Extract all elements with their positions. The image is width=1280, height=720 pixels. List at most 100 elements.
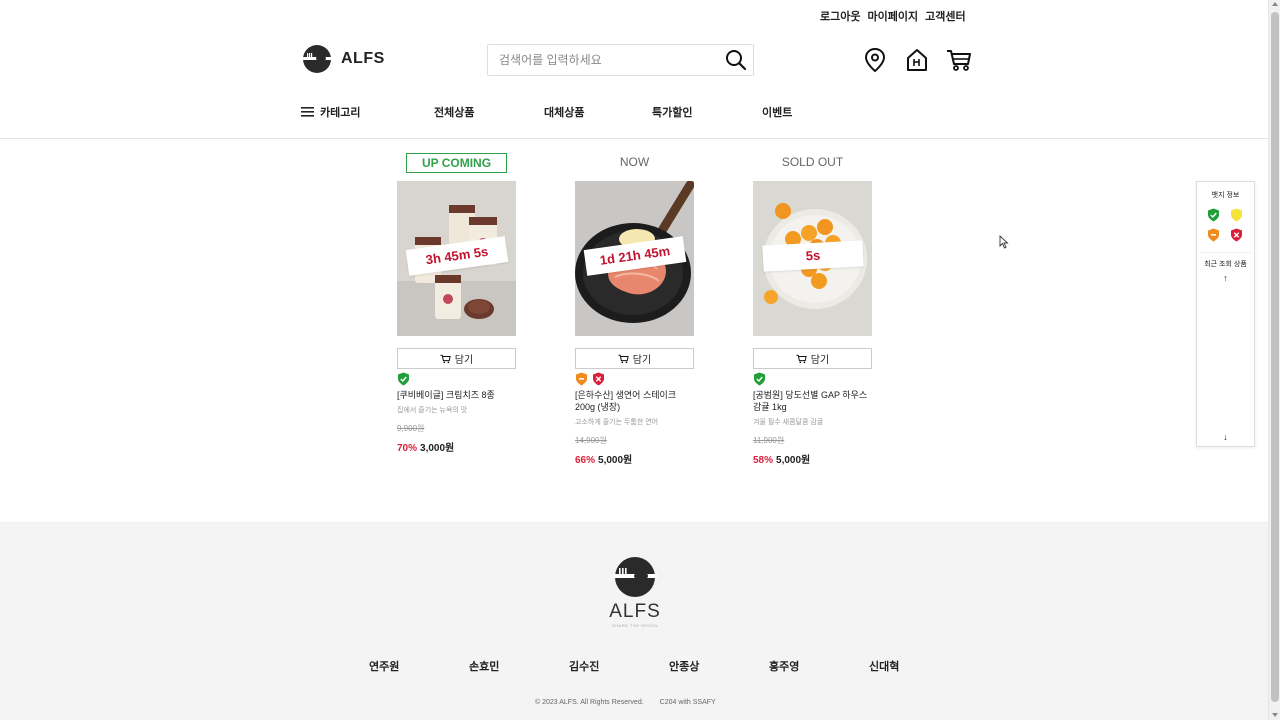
orange-shield-badge-icon: [576, 372, 587, 386]
nav-divider: [0, 138, 1268, 139]
category-label: 카테고리: [320, 107, 361, 119]
footer-logo-text: ALFS: [609, 601, 661, 622]
product-name[interactable]: [은하수산] 생연어 스테이크 200g (냉장): [575, 389, 694, 413]
copyright-text: © 2023 ALFS. All Rights Reserved.: [535, 699, 644, 706]
customer-center-link[interactable]: 고객센터: [925, 8, 965, 24]
header-icons: [862, 46, 972, 74]
product-badges: [397, 372, 516, 386]
credit-text: C204 with SSAFY: [659, 699, 716, 706]
search-input[interactable]: [488, 45, 719, 75]
logo[interactable]: ALFS: [301, 44, 385, 74]
product-description: 겨울 필수 새콤달콤 감귤: [753, 419, 824, 426]
sale-price-row: 66% 5,000원: [575, 451, 694, 466]
recent-products-title: 최근 조회 상품: [1204, 261, 1247, 268]
cart-icon: [947, 50, 971, 71]
search-bar: [487, 44, 754, 76]
scrollbar-thumb[interactable]: [1271, 12, 1279, 702]
orange-shield-badge-icon[interactable]: [1207, 228, 1220, 242]
side-divider: [1200, 252, 1251, 253]
badge-legend: [1207, 208, 1245, 242]
product-card: SOLD OUT 5s 담기 [공범원] 당도선별 GAP 하우스 감귤 1kg…: [753, 153, 872, 466]
countdown-timer: 5s: [762, 240, 864, 272]
footer-logo[interactable]: ALFS SHARE THE SPOON: [605, 556, 665, 628]
page-scrollbar[interactable]: [1268, 0, 1280, 720]
discount-rate: 66%: [575, 455, 596, 466]
status-now: NOW: [619, 155, 650, 169]
cart-button[interactable]: [946, 46, 972, 74]
original-price: 14,900원: [575, 436, 607, 445]
search-icon: [726, 50, 747, 71]
recent-down-arrow-icon[interactable]: ↓: [1197, 432, 1254, 442]
product-image[interactable]: 1d 21h 45m: [575, 181, 694, 336]
discount-rate: 70%: [397, 443, 418, 454]
cart-button-label: 담기: [454, 355, 474, 366]
sale-price: 3,000원: [420, 443, 455, 454]
product-name[interactable]: [공범원] 당도선별 GAP 하우스 감귤 1kg: [753, 389, 872, 413]
copyright-row: © 2023 ALFS. All Rights Reserved. C204 w…: [535, 699, 716, 706]
member-name: 연주원: [369, 661, 400, 673]
hamburger-icon: [301, 107, 314, 117]
mouse-cursor-icon: [999, 235, 1009, 249]
nav-event[interactable]: 이벤트: [762, 104, 792, 120]
fridge-button[interactable]: [904, 46, 930, 74]
category-menu[interactable]: 카테고리: [301, 104, 434, 120]
location-button[interactable]: [862, 46, 888, 74]
red-shield-badge-icon: [593, 372, 604, 386]
green-shield-badge-icon: [754, 372, 765, 386]
product-description: 고소하게 즐기는 두툼한 연어: [575, 419, 659, 426]
sale-price: 5,000원: [776, 455, 811, 466]
cart-icon: [796, 354, 807, 363]
member-name: 홍주영: [769, 661, 800, 673]
add-to-cart-button[interactable]: 담기: [397, 348, 516, 369]
member-name: 안종상: [669, 661, 700, 673]
green-shield-badge-icon[interactable]: [1207, 208, 1220, 222]
product-card: UP COMING 3h 45m 5s 담기 [쿠비베이글] 크림치즈 8종 집…: [397, 153, 516, 454]
nav-all-products[interactable]: 전체상품: [434, 104, 544, 120]
recent-up-arrow-icon[interactable]: ↑: [1197, 273, 1254, 283]
member-name: 손효민: [469, 661, 500, 673]
location-pin-icon: [864, 47, 886, 73]
product-image[interactable]: 3h 45m 5s: [397, 181, 516, 336]
footer-tagline: SHARE THE SPOON: [612, 623, 658, 628]
scroll-down-arrow-icon[interactable]: [1272, 713, 1278, 717]
red-shield-badge-icon[interactable]: [1230, 228, 1243, 242]
add-to-cart-button[interactable]: 담기: [575, 348, 694, 369]
footer: ALFS SHARE THE SPOON 연주원 손효민 김수진 안종상 홍주영…: [0, 522, 1268, 720]
mypage-link[interactable]: 마이페이지: [867, 8, 918, 24]
discount-rate: 58%: [753, 455, 774, 466]
product-image[interactable]: 5s: [753, 181, 872, 336]
product-badges: [753, 372, 872, 386]
nav-special-discount[interactable]: 특가할인: [652, 104, 762, 120]
cart-button-label: 담기: [632, 355, 652, 366]
green-shield-badge-icon: [398, 372, 409, 386]
product-card: NOW 1d 21h 45m 담기 [은하수산] 생연어 스테이크 200g (…: [575, 153, 694, 466]
member-name: 신대혁: [869, 661, 900, 673]
product-name[interactable]: [쿠비베이글] 크림치즈 8종: [397, 389, 516, 401]
search-button[interactable]: [719, 45, 753, 75]
logo-text: ALFS: [341, 50, 385, 67]
nav-substitute-products[interactable]: 대체상품: [544, 104, 652, 120]
footer-logo-icon: [613, 557, 657, 597]
cart-button-label: 담기: [810, 355, 830, 366]
sale-price-row: 70% 3,000원: [397, 439, 516, 454]
sale-price-row: 58% 5,000원: [753, 451, 872, 466]
sale-price: 5,000원: [598, 455, 633, 466]
badge-info-title: 뱃지 정보: [1211, 192, 1240, 199]
cart-icon: [618, 354, 629, 363]
product-badges: [575, 372, 694, 386]
team-members: 연주원 손효민 김수진 안종상 홍주영 신대혁: [369, 658, 969, 674]
status-upcoming: UP COMING: [406, 153, 507, 173]
cart-icon: [440, 354, 451, 363]
logout-link[interactable]: 로그아웃: [820, 8, 860, 24]
top-links: 로그아웃 마이페이지 고객센터: [820, 8, 966, 24]
side-panel: 뱃지 정보 최근 조회 상품 ↑ ↓: [1196, 181, 1255, 447]
status-sold-out: SOLD OUT: [781, 155, 844, 169]
member-name: 김수진: [569, 661, 600, 673]
add-to-cart-button[interactable]: 담기: [753, 348, 872, 369]
yellow-shield-badge-icon[interactable]: [1230, 208, 1243, 222]
original-price: 11,900원: [753, 436, 785, 445]
scroll-up-arrow-icon[interactable]: [1272, 2, 1278, 6]
main-nav: 카테고리 전체상품 대체상품 특가할인 이벤트: [301, 104, 792, 120]
logo-icon: [303, 45, 331, 73]
home-fridge-icon: [907, 49, 927, 71]
